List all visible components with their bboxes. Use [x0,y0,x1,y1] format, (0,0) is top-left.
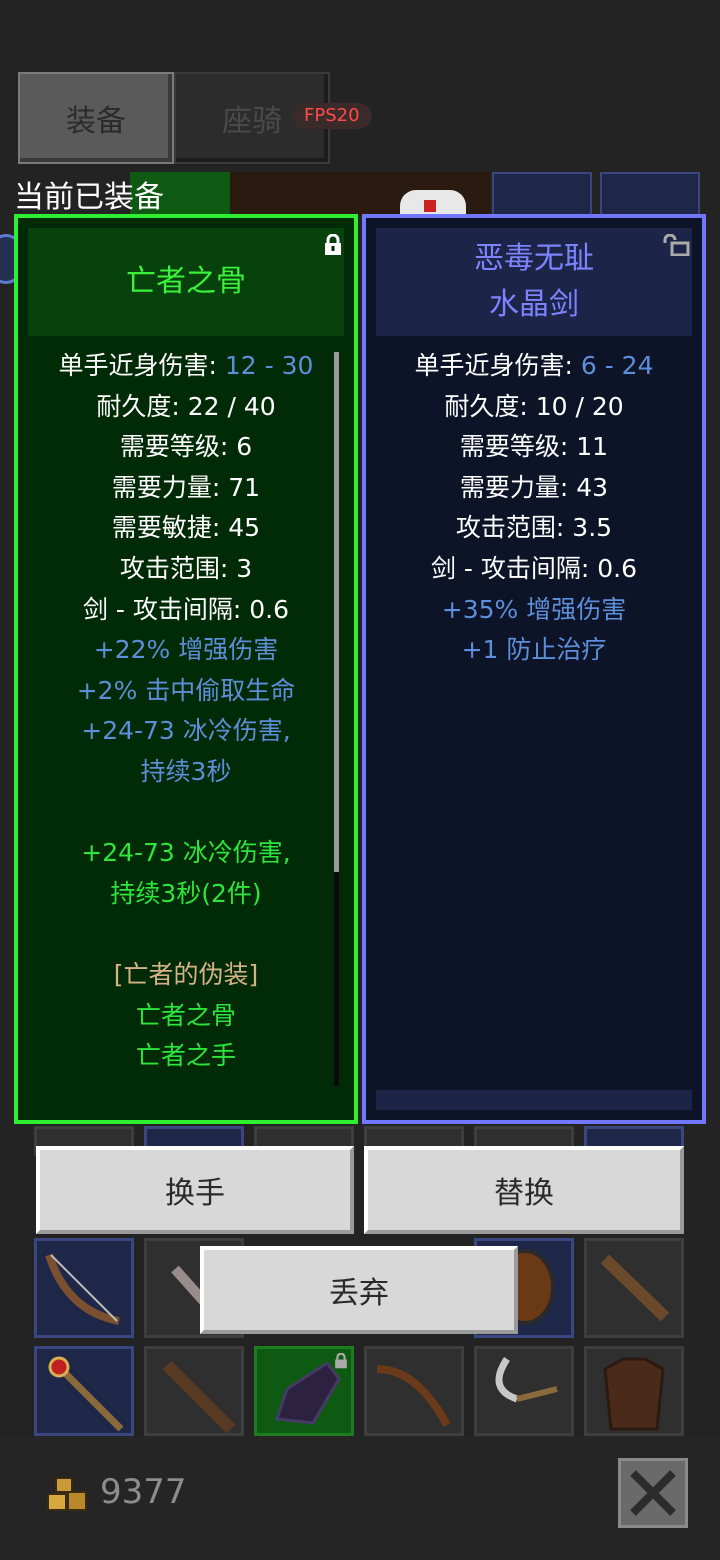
scrollbar[interactable] [334,352,339,872]
affix: +1 防止治疗 [461,635,607,665]
item-title-line1: 恶毒无耻 [474,241,594,276]
close-button[interactable] [618,1458,688,1528]
fps-badge: FPS20 [292,103,372,129]
staff-icon [48,1356,124,1432]
item-title: 亡者之骨 [126,264,246,299]
close-icon [630,1470,676,1516]
lock-icon[interactable] [322,234,344,256]
card-title-area: 亡者之骨 [28,228,344,336]
lock-icon [335,1353,347,1369]
stat-durability: 耐久度: 10 / 20 [444,391,624,421]
stat-req-str: 需要力量: 71 [111,472,261,502]
set-bonus: +24-73 冰冷伤害, [81,838,291,868]
discard-button[interactable]: 丢弃 [200,1246,518,1334]
affix: +22% 增强伤害 [93,635,279,665]
equipped-item-card: 亡者之骨 单手近身伤害: 12 - 30 耐久度: 22 / 40 需要等级: … [14,214,358,1124]
compare-item-card: 恶毒无耻 水晶剑 单手近身伤害: 6 - 24 耐久度: 10 / 20 需要等… [362,214,706,1124]
gold-amount: 9377 [100,1472,187,1512]
set-name: [亡者的伪装] [113,959,259,989]
item-stats: 单手近身伤害: 6 - 24 耐久度: 10 / 20 需要等级: 11 需要力… [366,346,702,671]
stat-interval: 剑 - 攻击间隔: 0.6 [82,594,290,624]
armor-icon [603,1357,665,1431]
stat-interval: 剑 - 攻击间隔: 0.6 [430,553,638,583]
card-footer [376,1090,692,1110]
stat-damage: 单手近身伤害: 12 - 30 [58,351,314,380]
set-item: 亡者之骨 [135,1000,236,1030]
inventory-slot-staff[interactable] [34,1346,134,1436]
crossbow-icon [376,1365,451,1427]
gold-icon [47,1477,87,1511]
scythe-icon [495,1357,558,1403]
affix: +24-73 冰冷伤害, [81,716,291,746]
slot-strip-blue-2 [600,172,700,216]
inventory-slot-bow[interactable] [34,1238,134,1338]
stat-durability: 耐久度: 22 / 40 [96,391,276,421]
inventory-slot-glove[interactable] [254,1346,354,1436]
swap-hand-button[interactable]: 换手 [36,1146,354,1234]
unlock-icon[interactable] [662,234,690,256]
helmet-gem [424,200,436,212]
stat-damage: 单手近身伤害: 6 - 24 [414,351,654,380]
affix: 持续3秒 [140,756,232,786]
set-item: 亡者之手 [135,1041,236,1071]
stat-range: 攻击范围: 3 [119,553,253,583]
affix: +35% 增强伤害 [441,594,627,624]
stat-req-level: 需要等级: 11 [459,432,609,462]
inventory-slot-crossbow[interactable] [364,1346,464,1436]
slot-strip-blue [492,172,592,216]
club-icon [600,1254,670,1322]
mace-icon [162,1360,236,1434]
replace-button[interactable]: 替换 [364,1146,684,1234]
inventory-slot-mace[interactable] [144,1346,244,1436]
stat-req-level: 需要等级: 6 [119,432,253,462]
stat-req-dex: 需要敏捷: 45 [111,513,261,543]
inventory-slot-armor[interactable] [584,1346,684,1436]
item-stats: 单手近身伤害: 12 - 30 耐久度: 22 / 40 需要等级: 6 需要力… [18,346,354,1077]
inventory-slot-club[interactable] [584,1238,684,1338]
card-title-area: 恶毒无耻 水晶剑 [376,228,692,336]
tab-equipment[interactable]: 装备 [18,72,174,164]
equipped-label: 当前已装备 [14,180,164,215]
bow-icon [45,1253,120,1325]
item-title-line2: 水晶剑 [489,287,579,322]
inventory-slot-scythe[interactable] [474,1346,574,1436]
stat-req-str: 需要力量: 43 [459,472,609,502]
affix: +2% 击中偷取生命 [76,675,296,705]
scrollbar-track [334,872,339,1086]
stat-range: 攻击范围: 3.5 [455,513,613,543]
set-bonus: 持续3秒(2件) [110,878,262,908]
